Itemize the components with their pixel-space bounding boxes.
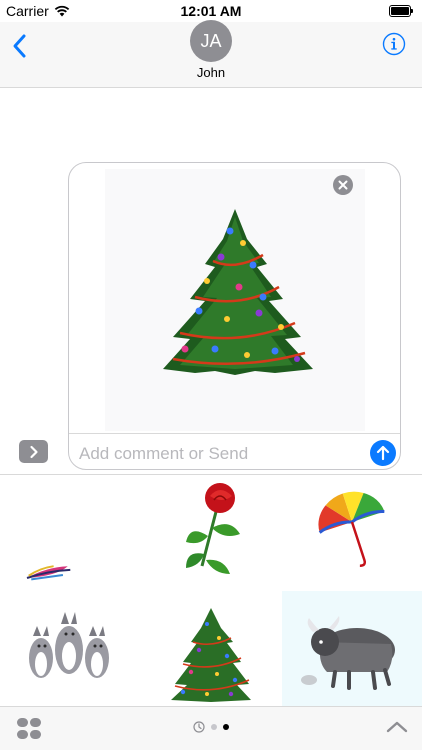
sticker-feather[interactable] — [0, 475, 140, 590]
status-bar: Carrier 12:01 AM — [0, 0, 422, 22]
chevron-up-button[interactable] — [386, 719, 408, 735]
comment-input[interactable] — [79, 442, 359, 466]
arrow-up-icon — [376, 445, 390, 461]
page-indicator[interactable] — [193, 721, 229, 733]
bottom-bar — [0, 706, 422, 750]
sticker-christmas-tree[interactable] — [141, 591, 281, 706]
expand-button[interactable] — [19, 440, 48, 463]
close-icon — [338, 180, 348, 190]
feather-sticker — [26, 564, 71, 580]
christmas-tree-sticker — [163, 209, 313, 375]
compose-card — [68, 162, 401, 470]
umbrella-sticker — [318, 491, 385, 567]
info-button[interactable] — [382, 32, 406, 56]
battery-icon — [389, 5, 414, 17]
christmas-tree-small-sticker — [171, 607, 251, 702]
sticker-husky-dogs[interactable] — [0, 591, 140, 706]
rose-sticker — [186, 482, 240, 574]
contact-name[interactable]: John — [0, 65, 422, 80]
remove-sticker-button[interactable] — [333, 175, 353, 195]
sticker-rainbow-umbrella[interactable] — [282, 475, 422, 590]
sticker-rose[interactable] — [141, 475, 281, 590]
avatar[interactable]: JA — [190, 20, 232, 62]
page-dot-1[interactable] — [211, 724, 217, 730]
send-button[interactable] — [370, 440, 396, 466]
status-time: 12:01 AM — [180, 3, 242, 19]
recents-clock-icon[interactable] — [193, 721, 205, 733]
yak-sticker — [301, 615, 395, 690]
back-button[interactable] — [8, 32, 32, 60]
app-drawer-button[interactable] — [16, 717, 42, 741]
sticker-preview — [105, 169, 365, 431]
chevron-right-icon — [29, 445, 38, 458]
conversation-header: JA John — [0, 20, 422, 88]
page-dot-2[interactable] — [223, 724, 229, 730]
sticker-yak[interactable] — [282, 591, 422, 706]
husky-dogs-sticker — [29, 611, 109, 678]
sticker-drawer — [0, 474, 422, 706]
avatar-initials: JA — [200, 30, 222, 51]
comment-row — [69, 433, 400, 469]
